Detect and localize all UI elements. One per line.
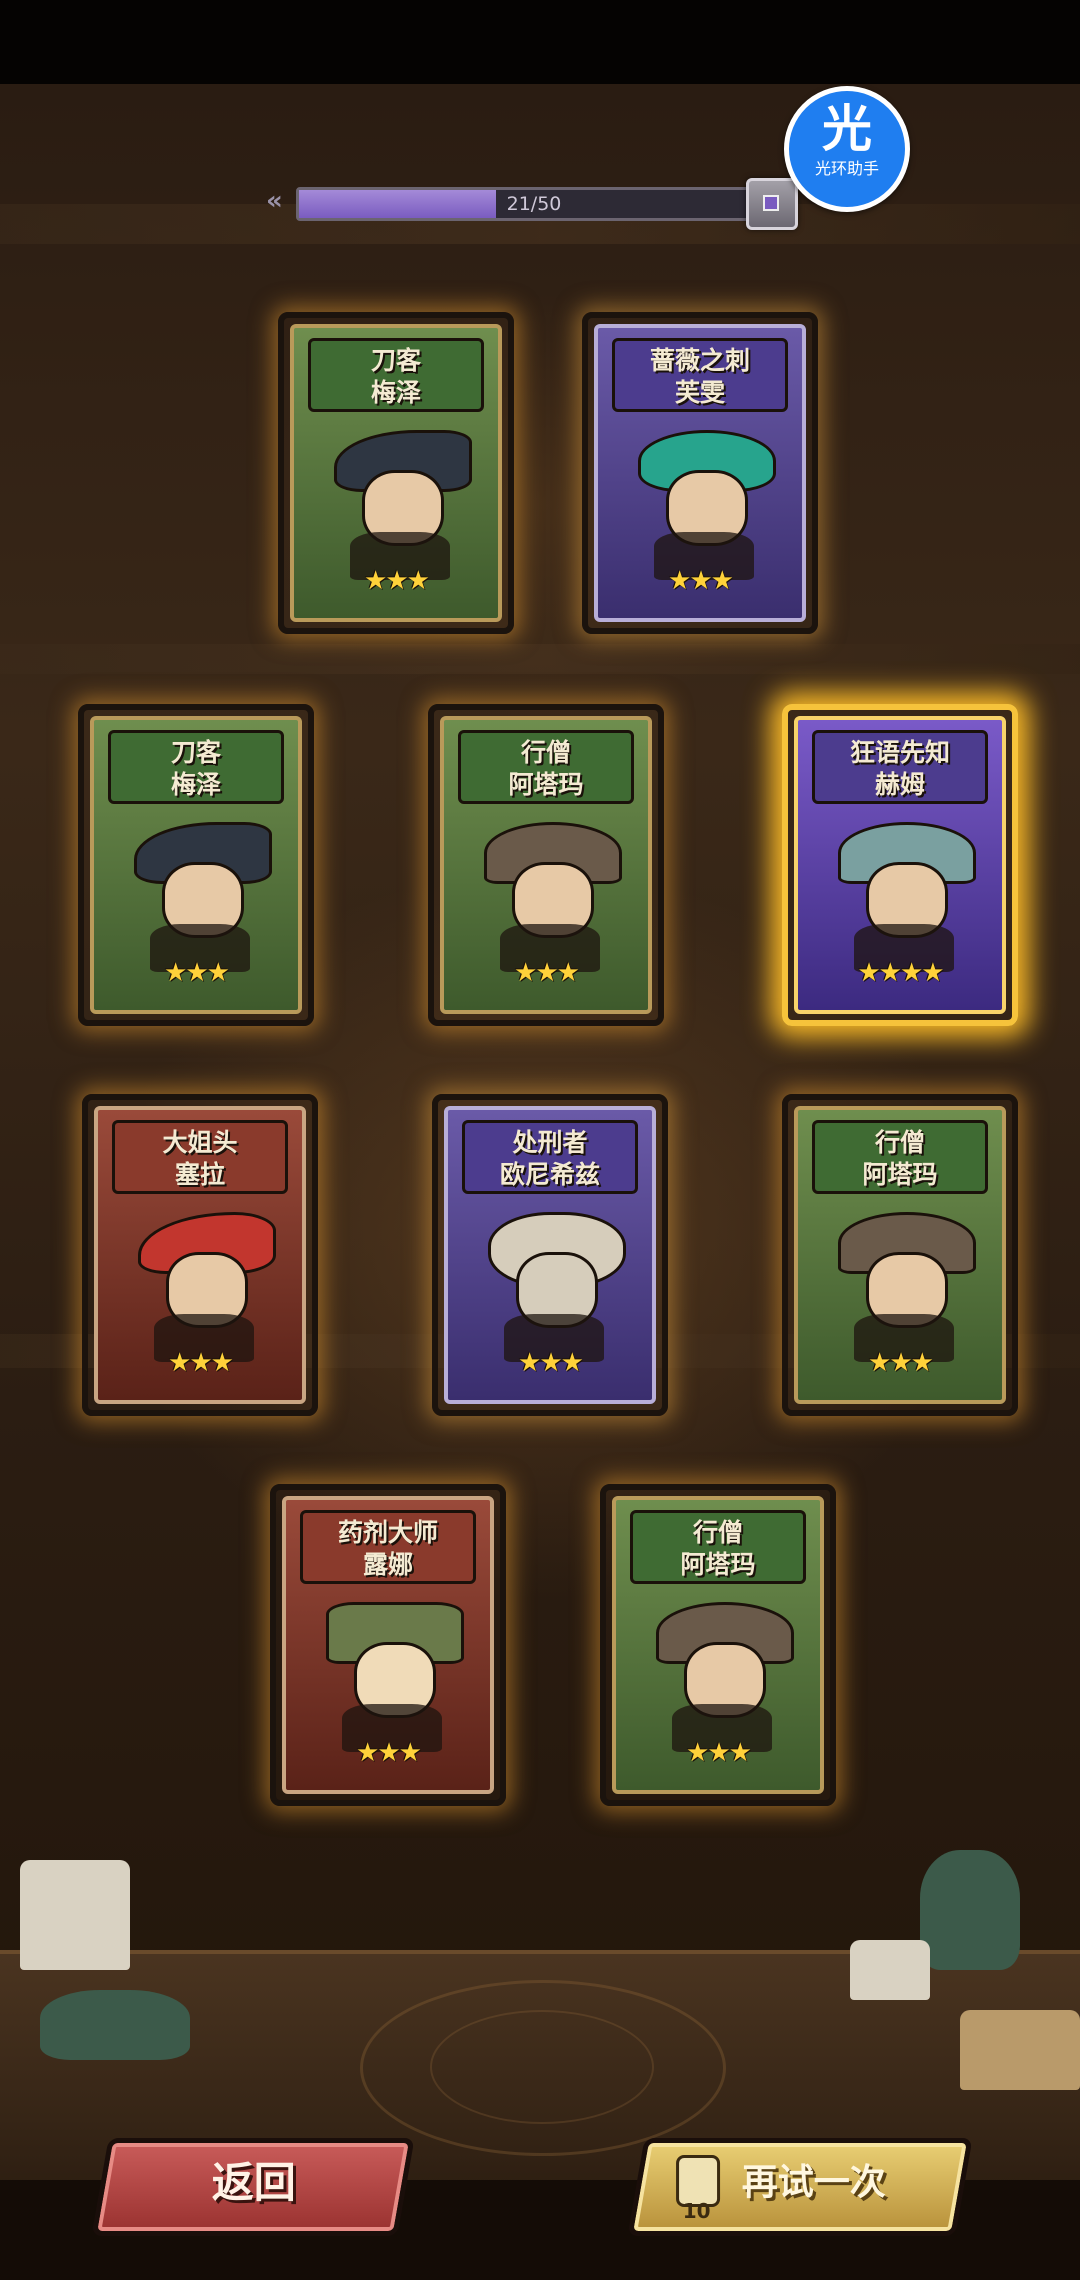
card-title: 蔷薇之刺 芙雯 <box>612 338 788 412</box>
card-title-line2: 阿塔玛 <box>862 1160 938 1189</box>
card-title: 行僧 阿塔玛 <box>630 1510 806 1584</box>
card-title-line1: 刀客 <box>170 738 221 767</box>
hero-card-3[interactable]: 刀客 梅泽 ★★★ <box>78 704 314 1026</box>
hero-card-2[interactable]: 蔷薇之刺 芙雯 ★★★ <box>582 312 818 634</box>
barrel-icon <box>960 2010 1080 2090</box>
card-frame: 处刑者 欧尼希兹 ★★★ <box>444 1106 656 1404</box>
star-rating: ★★★★ <box>857 958 944 988</box>
hero-portrait-icon <box>124 812 276 972</box>
card-title-line1: 行僧 <box>520 738 571 767</box>
card-title-line1: 药剂大师 <box>337 1518 438 1547</box>
card-frame: 行僧 阿塔玛 ★★★ <box>794 1106 1006 1404</box>
card-title-line1: 蔷薇之刺 <box>649 346 750 375</box>
candle-icon <box>850 1940 930 2000</box>
back-arrow-icon: « <box>266 186 283 216</box>
card-title-line2: 露娜 <box>362 1550 413 1579</box>
hero-portrait-icon <box>474 812 626 972</box>
star-rating: ★★★ <box>356 1738 422 1768</box>
star-rating: ★★★ <box>168 1348 234 1378</box>
star-rating: ★★★ <box>518 1348 584 1378</box>
candle-cluster-icon <box>20 1860 130 1970</box>
card-title-line1: 大姐头 <box>162 1128 238 1157</box>
collection-progress: « 21/50 <box>266 178 806 230</box>
progress-track: 21/50 <box>296 187 772 221</box>
bottle-icon <box>40 1990 190 2060</box>
star-rating: ★★★ <box>364 566 430 596</box>
card-frame: 药剂大师 露娜 ★★★ <box>282 1496 494 1794</box>
wall-beam <box>0 644 1080 674</box>
potion-bottle-icon <box>920 1850 1020 1970</box>
card-title-line2: 梅泽 <box>170 770 221 799</box>
hero-card-7[interactable]: 处刑者 欧尼希兹 ★★★ <box>432 1094 668 1416</box>
card-frame: 行僧 阿塔玛 ★★★ <box>440 716 652 1014</box>
hero-portrait-icon <box>628 420 780 580</box>
card-frame: 刀客 梅泽 ★★★ <box>290 324 502 622</box>
hero-card-6[interactable]: 大姐头 塞拉 ★★★ <box>82 1094 318 1416</box>
card-title-line2: 阿塔玛 <box>680 1550 756 1579</box>
hero-portrait-icon <box>828 812 980 972</box>
progress-value: 21/50 <box>506 193 562 215</box>
card-title: 行僧 阿塔玛 <box>458 730 634 804</box>
back-button-label: 返回 <box>211 2158 296 2207</box>
reward-chest-icon[interactable] <box>746 178 798 230</box>
hero-portrait-icon <box>324 420 476 580</box>
card-frame: 大姐头 塞拉 ★★★ <box>94 1106 306 1404</box>
table-rune-inner <box>430 2010 654 2124</box>
card-title: 大姐头 塞拉 <box>112 1120 288 1194</box>
card-title-line2: 塞拉 <box>174 1160 225 1189</box>
star-rating: ★★★ <box>668 566 734 596</box>
star-rating: ★★★ <box>514 958 580 988</box>
assistant-glyph: 光 <box>822 100 872 158</box>
retry-cost: 10 <box>682 2199 711 2223</box>
hero-portrait-icon <box>316 1592 468 1752</box>
retry-button-label: 再试一次 <box>741 2162 886 2203</box>
hero-card-8[interactable]: 行僧 阿塔玛 ★★★ <box>782 1094 1018 1416</box>
card-title: 处刑者 欧尼希兹 <box>462 1120 638 1194</box>
assistant-badge[interactable]: 光 光环助手 <box>784 86 910 212</box>
card-title-line1: 处刑者 <box>512 1128 588 1157</box>
star-rating: ★★★ <box>164 958 230 988</box>
status-bar <box>0 0 1080 84</box>
card-title-line2: 芙雯 <box>674 378 725 407</box>
card-title: 刀客 梅泽 <box>108 730 284 804</box>
card-frame: 行僧 阿塔玛 ★★★ <box>612 1496 824 1794</box>
card-frame: 刀客 梅泽 ★★★ <box>90 716 302 1014</box>
hero-card-1[interactable]: 刀客 梅泽 ★★★ <box>278 312 514 634</box>
star-rating: ★★★ <box>868 1348 934 1378</box>
hero-card-5[interactable]: 狂语先知 赫姆 ★★★★ <box>782 704 1018 1026</box>
hero-card-10[interactable]: 行僧 阿塔玛 ★★★ <box>600 1484 836 1806</box>
hero-card-9[interactable]: 药剂大师 露娜 ★★★ <box>270 1484 506 1806</box>
card-title: 行僧 阿塔玛 <box>812 1120 988 1194</box>
card-frame: 狂语先知 赫姆 ★★★★ <box>794 716 1006 1014</box>
hero-portrait-icon <box>478 1202 630 1362</box>
hero-portrait-icon <box>828 1202 980 1362</box>
card-title-line1: 刀客 <box>370 346 421 375</box>
card-title-line1: 行僧 <box>692 1518 743 1547</box>
card-title: 刀客 梅泽 <box>308 338 484 412</box>
star-rating: ★★★ <box>686 1738 752 1768</box>
retry-button[interactable]: 10 再试一次 <box>627 2138 973 2236</box>
card-title: 药剂大师 露娜 <box>300 1510 476 1584</box>
card-title-line2: 阿塔玛 <box>508 770 584 799</box>
hero-card-4[interactable]: 行僧 阿塔玛 ★★★ <box>428 704 664 1026</box>
hero-portrait-icon <box>646 1592 798 1752</box>
card-title-line2: 欧尼希兹 <box>499 1160 600 1189</box>
card-title-line1: 行僧 <box>874 1128 925 1157</box>
card-title-line2: 梅泽 <box>370 378 421 407</box>
assistant-label: 光环助手 <box>814 159 879 178</box>
card-title-line2: 赫姆 <box>874 770 925 799</box>
card-title-line1: 狂语先知 <box>849 738 950 767</box>
card-frame: 蔷薇之刺 芙雯 ★★★ <box>594 324 806 622</box>
hero-portrait-icon <box>128 1202 280 1362</box>
back-button[interactable]: 返回 <box>91 2138 415 2236</box>
card-title: 狂语先知 赫姆 <box>812 730 988 804</box>
